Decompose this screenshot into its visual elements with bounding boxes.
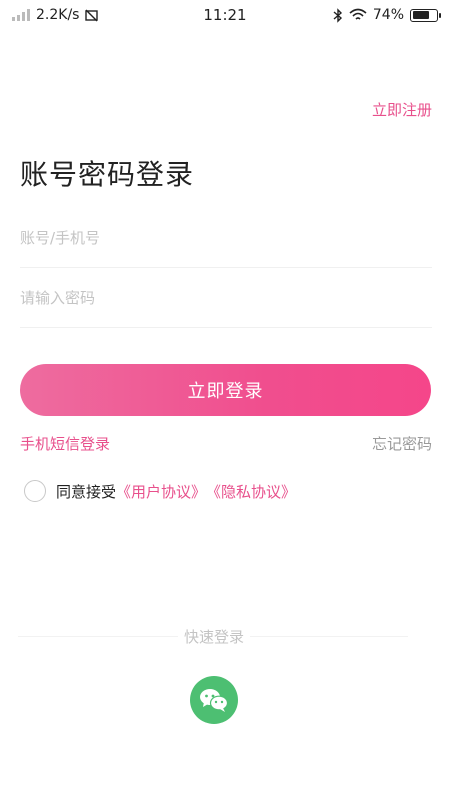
status-right: 74% xyxy=(333,7,441,23)
wechat-login-button[interactable] xyxy=(190,676,238,724)
login-button[interactable]: 立即登录 xyxy=(20,364,431,416)
agreement-checkbox[interactable] xyxy=(24,480,46,502)
wifi-icon xyxy=(349,8,367,20)
page-title: 账号密码登录 xyxy=(20,158,195,191)
quick-login-label-wrap: 快速登录 xyxy=(0,626,428,647)
agreement-prefix: 同意接受 xyxy=(56,482,117,501)
bluetooth-icon xyxy=(333,7,342,23)
password-input[interactable] xyxy=(20,268,432,327)
account-input[interactable] xyxy=(20,208,432,267)
battery-percent: 74% xyxy=(372,7,404,23)
agreement-row: 同意接受 《用户协议》 《隐私协议》 xyxy=(24,480,296,502)
quick-login-label: 快速登录 xyxy=(177,628,250,646)
battery-fill xyxy=(412,11,429,19)
privacy-policy-link[interactable]: 《隐私协议》 xyxy=(206,481,296,502)
battery-icon xyxy=(410,8,441,22)
wechat-icon xyxy=(200,689,229,712)
status-bar: 2.2K/s 11:21 74% xyxy=(0,0,450,32)
sms-login-link[interactable]: 手机短信登录 xyxy=(20,433,110,454)
forgot-password-link[interactable]: 忘记密码 xyxy=(372,433,432,454)
password-field-container xyxy=(20,268,432,328)
user-agreement-link[interactable]: 《用户协议》 xyxy=(116,481,206,502)
register-link[interactable]: 立即注册 xyxy=(372,99,432,120)
account-field-container xyxy=(20,208,432,268)
